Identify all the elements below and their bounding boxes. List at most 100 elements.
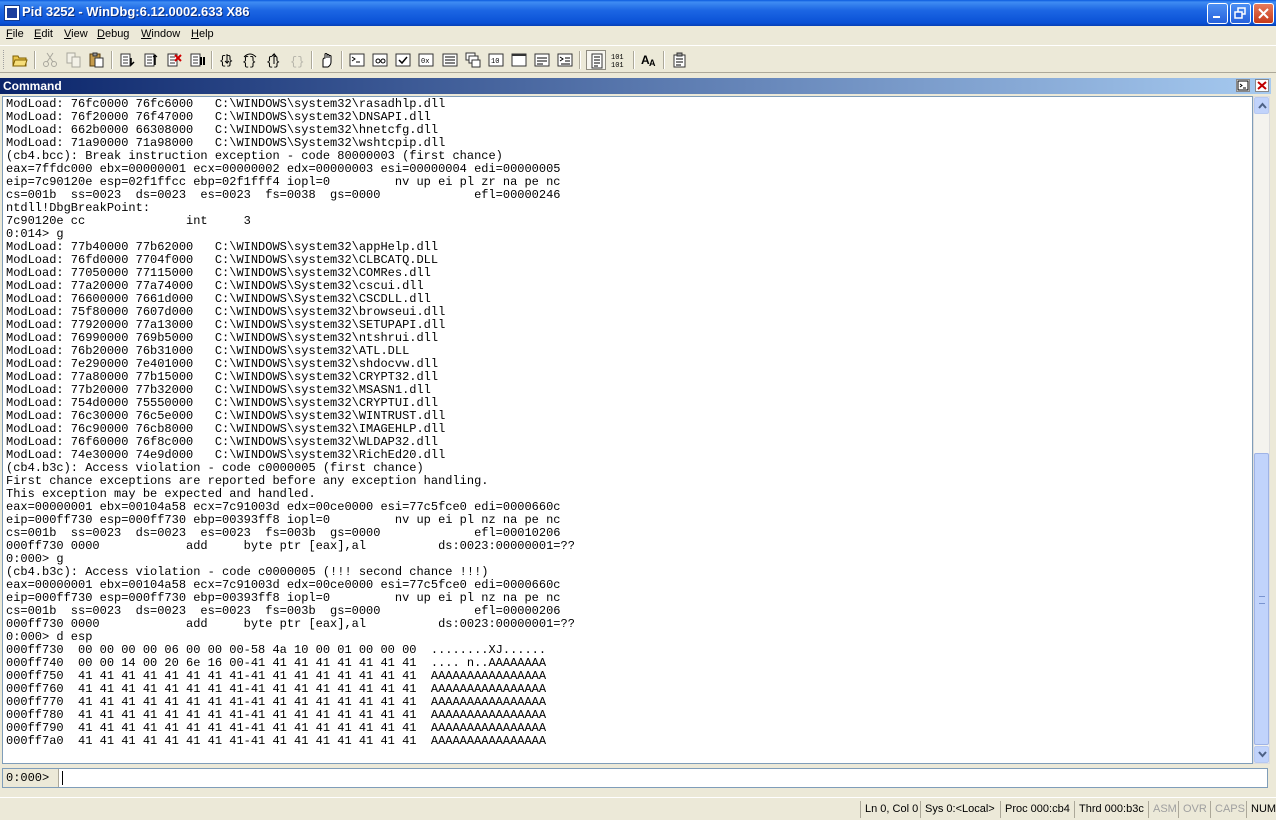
chevron-up-icon: [1258, 102, 1267, 109]
command-window-button[interactable]: [347, 50, 367, 70]
svg-text:{}: {}: [219, 54, 233, 68]
options-icon: [673, 52, 686, 68]
status-thread: Thrd 000:b3c: [1074, 801, 1146, 818]
break-icon: [190, 53, 205, 67]
cut-icon: [43, 52, 57, 67]
step-over-button[interactable]: {}: [240, 50, 260, 70]
run-to-cursor-icon: {}: [290, 55, 304, 68]
command-prompt: 0:000>: [3, 769, 59, 787]
step-out-icon: {}: [266, 52, 280, 68]
restore-button[interactable]: [1230, 3, 1251, 24]
status-asm: ASM: [1148, 801, 1177, 818]
toolbar-separator: [211, 51, 213, 69]
step-into-button[interactable]: {}: [217, 50, 237, 70]
toolbar-separator: [633, 51, 635, 69]
status-system: Sys 0:<Local>: [920, 801, 998, 818]
copy-button[interactable]: [64, 50, 84, 70]
paste-button[interactable]: [87, 50, 107, 70]
registers-window-icon: 0x: [418, 53, 434, 67]
menu-help[interactable]: Help: [191, 28, 214, 40]
watch-window-button[interactable]: [370, 50, 390, 70]
svg-text:A: A: [649, 58, 656, 68]
command-input-row: 0:000>: [2, 768, 1268, 788]
command-browser-icon: [557, 53, 573, 67]
locals-window-button[interactable]: [393, 50, 413, 70]
svg-text:101: 101: [611, 62, 624, 68]
restart-icon: [144, 53, 158, 67]
status-bar: Ln 0, Col 0 Sys 0:<Local> Proc 000:cb4 T…: [0, 797, 1276, 820]
font-button[interactable]: AA: [639, 50, 659, 70]
call-stack-window-icon: [465, 52, 481, 68]
windbg-window: Pid 3252 - WinDbg:6.12.0002.633 X86 File…: [0, 0, 1276, 820]
close-button[interactable]: [1253, 3, 1274, 24]
insert-breakpoint-icon: [322, 53, 332, 68]
go-button[interactable]: [117, 50, 137, 70]
source-mode-button[interactable]: [586, 50, 606, 70]
run-to-cursor-button[interactable]: {}: [288, 50, 308, 70]
minimize-button[interactable]: [1207, 3, 1228, 24]
go-icon: [120, 53, 135, 67]
menu-file[interactable]: File: [6, 28, 24, 40]
command-output-text: ModLoad: 76fc0000 76fc6000 C:\WINDOWS\sy…: [6, 97, 575, 748]
menu-edit[interactable]: Edit: [34, 28, 53, 40]
output-vertical-scrollbar[interactable]: [1253, 96, 1270, 764]
command-input[interactable]: [61, 770, 1261, 786]
hex-mode-button[interactable]: 101 101: [609, 50, 629, 70]
command-window-titlebar[interactable]: Command: [0, 78, 1271, 94]
watch-window-icon: [372, 53, 388, 67]
step-into-icon: {}: [219, 54, 233, 68]
break-button[interactable]: [187, 50, 207, 70]
status-process: Proc 000:cb4: [1000, 801, 1072, 818]
restart-button[interactable]: [141, 50, 161, 70]
stop-debugging-button[interactable]: [164, 50, 184, 70]
command-window-dock-button[interactable]: [1236, 79, 1250, 92]
status-position: Ln 0, Col 0: [860, 801, 918, 818]
copy-icon: [66, 52, 81, 68]
window-title: Pid 3252 - WinDbg:6.12.0002.633 X86: [22, 4, 250, 19]
chevron-down-icon: [1258, 751, 1267, 758]
scroll-up-button[interactable]: [1254, 97, 1269, 114]
toolbar-separator: [311, 51, 313, 69]
options-button[interactable]: [670, 50, 690, 70]
status-num: NUM: [1246, 801, 1276, 818]
menu-debug[interactable]: Debug: [97, 28, 129, 40]
stop-debugging-icon: [167, 53, 182, 67]
disassembly-window-button[interactable]: 10: [486, 50, 506, 70]
toolbar: {} {} {} {} 0x 10 101 101 A A: [0, 45, 1276, 73]
call-stack-window-button[interactable]: [463, 50, 483, 70]
title-bar[interactable]: Pid 3252 - WinDbg:6.12.0002.633 X86: [0, 0, 1276, 26]
step-over-icon: {}: [242, 53, 256, 68]
locals-window-icon: [395, 53, 411, 67]
scratch-pad-icon: [511, 53, 527, 67]
command-window-icon: [349, 53, 365, 67]
close-icon: [1258, 8, 1269, 19]
command-window-title: Command: [3, 79, 62, 93]
insert-breakpoint-button[interactable]: [317, 50, 337, 70]
menu-window[interactable]: Window: [141, 28, 180, 40]
restore-icon: [1234, 7, 1246, 19]
menu-view[interactable]: View: [64, 28, 88, 40]
open-button[interactable]: [10, 50, 30, 70]
toolbar-separator: [579, 51, 581, 69]
scroll-thumb[interactable]: [1254, 453, 1269, 745]
toolbar-grip[interactable]: [3, 50, 6, 69]
status-caps: CAPS: [1210, 801, 1246, 818]
hex-mode-icon: 101101: [611, 54, 624, 68]
paste-icon: [89, 52, 104, 68]
windbg-app-icon[interactable]: [4, 5, 20, 21]
svg-text:0x: 0x: [421, 58, 429, 66]
command-output[interactable]: ModLoad: 76fc0000 76fc6000 C:\WINDOWS\sy…: [2, 96, 1253, 764]
memory-window-button[interactable]: [440, 50, 460, 70]
command-browser-button[interactable]: [555, 50, 575, 70]
dock-icon: [1237, 80, 1249, 91]
close-icon: [1257, 81, 1267, 90]
disassembly-window-icon: 10: [488, 53, 504, 67]
step-out-button[interactable]: {}: [264, 50, 284, 70]
processes-threads-button[interactable]: [532, 50, 552, 70]
scroll-down-button[interactable]: [1254, 746, 1269, 763]
processes-threads-icon: [534, 53, 550, 67]
registers-window-button[interactable]: 0x: [416, 50, 436, 70]
scratch-pad-button[interactable]: [509, 50, 529, 70]
command-window-close-button[interactable]: [1255, 79, 1269, 92]
cut-button[interactable]: [40, 50, 60, 70]
